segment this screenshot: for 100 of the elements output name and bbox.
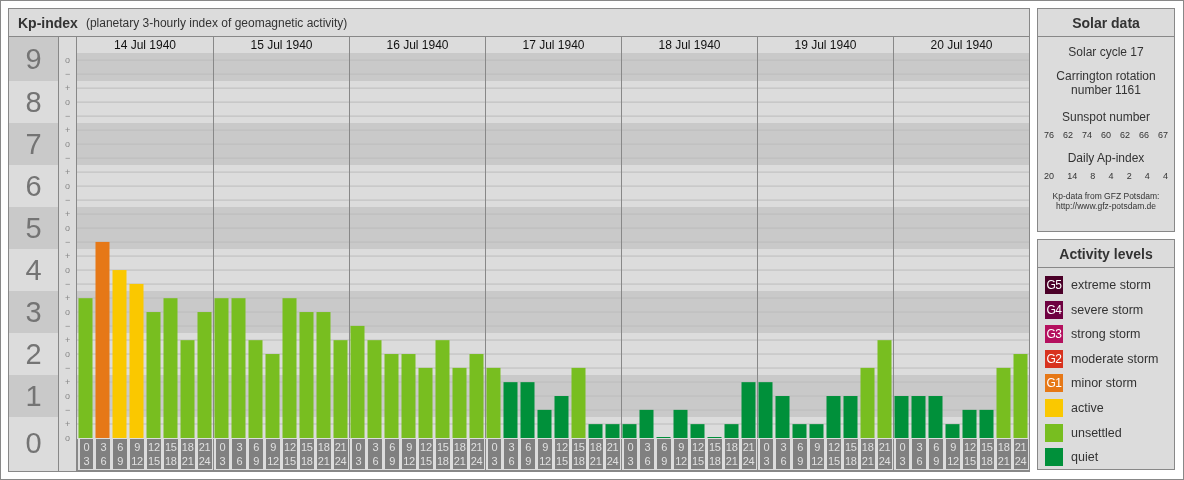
y-axis-label: 6 bbox=[25, 169, 42, 203]
time-slot-label: 12 15 bbox=[963, 439, 977, 469]
time-slot-label: 12 15 bbox=[283, 439, 297, 469]
time-slot-label: 12 15 bbox=[827, 439, 841, 469]
ap-value: 20 bbox=[1044, 171, 1054, 181]
sunspot-value: 67 bbox=[1157, 130, 1168, 140]
chart-title: Kp-index bbox=[18, 14, 78, 31]
kp-bar bbox=[809, 424, 824, 438]
time-slot-label: 0 3 bbox=[79, 439, 94, 469]
time-slot-label: 15 18 bbox=[163, 439, 178, 469]
ap-value: 4 bbox=[1108, 171, 1114, 181]
time-slot-label: 6 9 bbox=[521, 439, 536, 469]
time-slot-label: 3 6 bbox=[96, 439, 111, 469]
ap-value: 4 bbox=[1144, 171, 1150, 181]
time-slot-label: 21 24 bbox=[469, 439, 484, 469]
time-slot-label: 3 6 bbox=[232, 439, 247, 469]
sunspot-value: 76 bbox=[1044, 130, 1054, 140]
y-axis-label: 3 bbox=[25, 295, 42, 329]
sub-tick-label: − bbox=[65, 195, 71, 205]
level-badge: G4 bbox=[1045, 300, 1063, 319]
sub-tick-label: + bbox=[65, 419, 71, 429]
sub-tick-label: o bbox=[65, 433, 71, 443]
y-axis-label: 2 bbox=[25, 337, 42, 371]
kp-bar bbox=[826, 396, 841, 438]
y-axis-label: 5 bbox=[25, 211, 42, 245]
level-badge: G2 bbox=[1045, 349, 1063, 368]
sub-tick-label: o bbox=[65, 97, 71, 107]
time-slot-label: 9 12 bbox=[266, 439, 280, 469]
kp-bar bbox=[537, 409, 552, 438]
sunspot-heading: Sunspot number bbox=[1060, 110, 1152, 124]
kp-bar bbox=[520, 382, 535, 438]
time-slot-label: 3 6 bbox=[504, 439, 519, 469]
time-slot-label: 0 3 bbox=[351, 439, 366, 469]
level-label: severe storm bbox=[1071, 302, 1144, 317]
kp-bar bbox=[588, 424, 603, 438]
time-slot-label: 12 15 bbox=[419, 439, 433, 469]
kp-bar bbox=[843, 396, 858, 438]
time-slot-label: 18 21 bbox=[588, 439, 603, 469]
time-slot-label: 0 3 bbox=[487, 439, 502, 469]
time-slot-label: 3 6 bbox=[368, 439, 383, 469]
time-slot-label: 15 18 bbox=[435, 439, 450, 469]
sub-tick-label: o bbox=[65, 139, 71, 149]
time-slot-label: 12 15 bbox=[555, 439, 569, 469]
time-slot-label: 9 12 bbox=[674, 439, 688, 469]
sub-tick-label: − bbox=[65, 363, 71, 373]
sub-tick-label: o bbox=[65, 181, 71, 191]
kp-bar bbox=[724, 424, 739, 438]
date-label: 14 Jul 1940 bbox=[112, 37, 178, 53]
time-slot-label: 21 24 bbox=[741, 439, 756, 469]
kp-bar bbox=[945, 424, 960, 438]
kp-bar bbox=[860, 367, 875, 438]
time-slot-label: 0 3 bbox=[759, 439, 774, 469]
sub-tick-label: + bbox=[65, 209, 71, 219]
sub-tick-label: o bbox=[65, 265, 71, 275]
solar-cycle-text: Solar cycle 17 bbox=[1067, 45, 1145, 59]
kp-bar bbox=[741, 382, 756, 438]
kp-bar bbox=[452, 367, 467, 438]
level-label: extreme storm bbox=[1071, 278, 1151, 292]
y-axis-label: 8 bbox=[25, 85, 42, 119]
chart-subtitle: (planetary 3-hourly index of geomagnetic activity) bbox=[85, 15, 348, 30]
time-slot-label: 18 21 bbox=[996, 439, 1011, 469]
ap-value: 2 bbox=[1126, 171, 1132, 181]
kp-bar bbox=[996, 367, 1011, 438]
source-note: Kp-data from GFZ Potsdam: bbox=[1052, 191, 1160, 201]
sub-tick-label: − bbox=[65, 153, 71, 163]
time-slot-label: 21 24 bbox=[1013, 439, 1028, 469]
ap-value: 4 bbox=[1162, 171, 1168, 181]
kp-bar bbox=[486, 367, 501, 438]
sunspot-value: 60 bbox=[1100, 130, 1111, 140]
time-slot-label: 0 3 bbox=[623, 439, 638, 469]
y-axis-label: 4 bbox=[25, 253, 42, 287]
time-slot-label: 15 18 bbox=[707, 439, 722, 469]
sub-tick-label: + bbox=[65, 251, 71, 261]
ap-value: 14 bbox=[1067, 171, 1078, 181]
kp-bar bbox=[962, 409, 977, 438]
kp-bar bbox=[554, 396, 569, 438]
sub-tick-label: + bbox=[65, 83, 71, 93]
kp-bar bbox=[928, 396, 943, 438]
time-slot-label: 15 18 bbox=[843, 439, 858, 469]
kp-bar bbox=[639, 409, 654, 438]
sub-tick-label: o bbox=[65, 223, 71, 233]
time-slot-label: 12 15 bbox=[691, 439, 705, 469]
time-slot-label: 12 15 bbox=[147, 439, 161, 469]
sunspot-value: 74 bbox=[1081, 130, 1092, 140]
time-slot-label: 6 9 bbox=[929, 439, 944, 469]
sub-tick-label: − bbox=[65, 69, 71, 79]
time-slot-label: 3 6 bbox=[776, 439, 791, 469]
kp-bar bbox=[571, 367, 586, 438]
time-slot-label: 18 21 bbox=[724, 439, 739, 469]
time-slot-label: 21 24 bbox=[877, 439, 892, 469]
time-slot-label: 6 9 bbox=[657, 439, 672, 469]
sub-tick-label: − bbox=[65, 405, 71, 415]
y-axis-label: 9 bbox=[25, 42, 42, 76]
time-slot-label: 3 6 bbox=[912, 439, 927, 469]
time-slot-label: 0 3 bbox=[895, 439, 910, 469]
level-badge: G1 bbox=[1045, 374, 1063, 393]
sunspot-value: 66 bbox=[1138, 130, 1149, 140]
time-slot-label: 18 21 bbox=[452, 439, 467, 469]
y-axis-label: 1 bbox=[25, 379, 42, 413]
time-slot-label: 21 24 bbox=[333, 439, 348, 469]
